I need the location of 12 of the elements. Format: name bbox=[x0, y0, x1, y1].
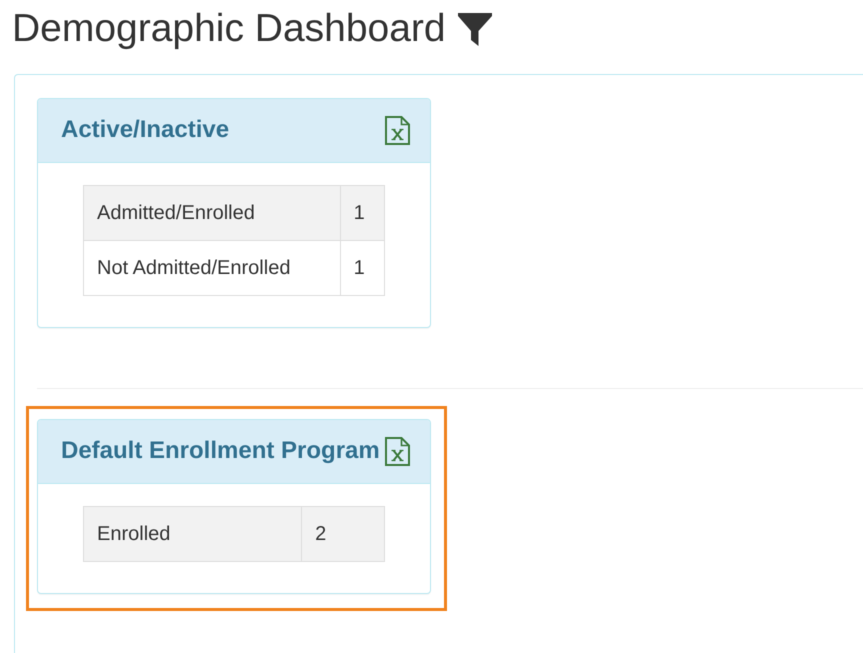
card-title: Default Enrollment Program bbox=[61, 438, 380, 465]
spreadsheet-file-icon[interactable] bbox=[385, 116, 410, 145]
page-title: Demographic Dashboard bbox=[12, 8, 446, 51]
filter-icon[interactable] bbox=[458, 12, 492, 46]
table-cell: Not Admitted/Enrolled bbox=[84, 240, 340, 296]
table-cell: 1 bbox=[340, 185, 384, 240]
table-cell: 1 bbox=[340, 240, 384, 296]
table-cell: Admitted/Enrolled bbox=[84, 185, 340, 240]
table-cell: Enrolled bbox=[84, 506, 302, 562]
table-cell: 2 bbox=[302, 506, 384, 562]
spreadsheet-file-icon[interactable] bbox=[385, 436, 410, 466]
card-title: Active/Inactive bbox=[61, 117, 230, 144]
